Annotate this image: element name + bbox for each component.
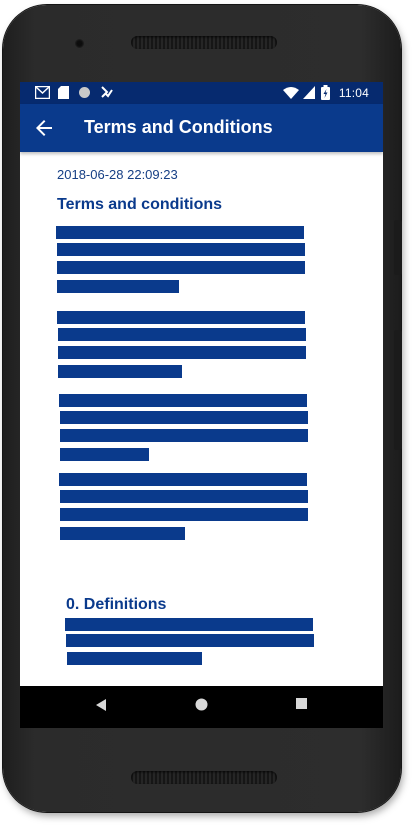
- status-time: 11:04: [338, 86, 369, 100]
- redacted-line: [57, 261, 305, 274]
- redacted-line: [60, 527, 185, 540]
- redacted-line: [60, 490, 308, 503]
- redacted-line: [58, 328, 306, 341]
- home-circle-icon[interactable]: [195, 698, 208, 711]
- volume-rocker: [394, 330, 402, 450]
- gmail-icon: [35, 86, 50, 99]
- navigation-bar: [20, 686, 383, 728]
- arrow-back-icon[interactable]: [32, 116, 56, 140]
- power-button: [394, 220, 402, 275]
- section-heading: 0. Definitions: [66, 596, 167, 613]
- redacted-line: [65, 618, 313, 631]
- redacted-line: [58, 346, 306, 359]
- front-camera: [75, 39, 84, 48]
- redacted-line: [59, 473, 307, 486]
- app-bar: Terms and Conditions: [20, 104, 383, 152]
- redacted-line: [60, 448, 149, 461]
- redacted-line: [60, 429, 308, 442]
- recents-square-icon[interactable]: [296, 698, 307, 709]
- redacted-line: [60, 508, 308, 521]
- device-screen: 11:04 Terms and Conditions 2018-06-28 22…: [20, 82, 383, 728]
- battery-charging-icon: [321, 85, 330, 100]
- download-check-icon: [101, 86, 113, 98]
- document-timestamp: 2018-06-28 22:09:23: [57, 167, 178, 182]
- redacted-line: [67, 652, 202, 665]
- wifi-icon: [283, 87, 299, 99]
- redacted-line: [58, 365, 182, 378]
- sim-card-icon: [58, 86, 69, 99]
- earpiece-speaker: [131, 36, 277, 49]
- redacted-line: [59, 394, 307, 407]
- back-triangle-icon[interactable]: [95, 698, 107, 712]
- redacted-line: [57, 311, 305, 324]
- circle-notification-icon: [79, 87, 90, 98]
- terms-content[interactable]: 2018-06-28 22:09:23 Terms and conditions: [20, 152, 383, 686]
- redacted-line: [57, 280, 179, 293]
- page-title: Terms and Conditions: [84, 117, 273, 137]
- bottom-speaker: [131, 771, 277, 784]
- redacted-line: [60, 411, 308, 424]
- redacted-line: [66, 634, 314, 647]
- redacted-line: [57, 243, 305, 256]
- cell-signal-icon: [303, 86, 315, 99]
- redacted-line: [56, 226, 304, 239]
- status-bar: 11:04: [20, 82, 383, 104]
- document-heading: Terms and conditions: [57, 196, 223, 213]
